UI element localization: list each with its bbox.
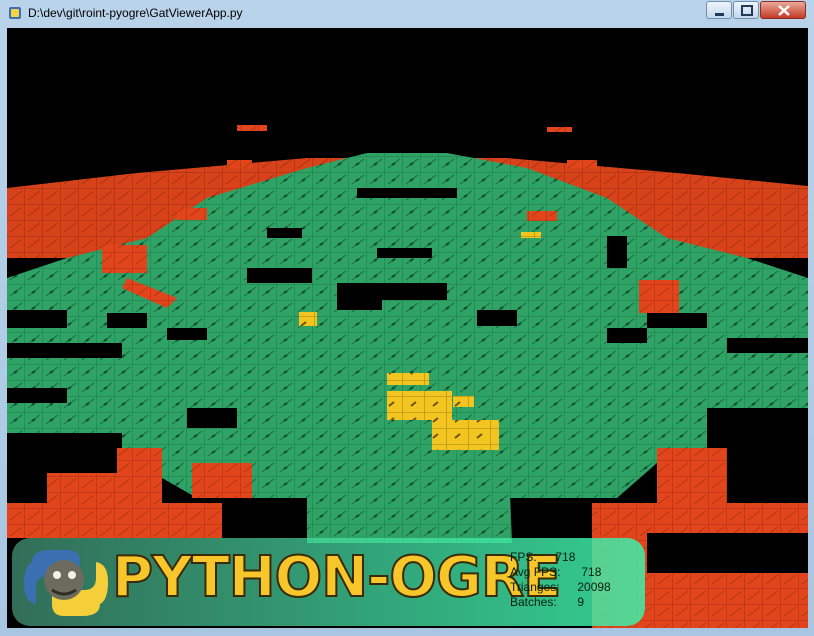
python-ogre-logo-text: PYTHON-OGRE: [111, 545, 562, 610]
title-bar[interactable]: D:\dev\git\roint-pyogre\GatViewerApp.py: [0, 0, 814, 28]
maximize-button[interactable]: [733, 1, 759, 19]
fps-stat: FPS: 718: [510, 550, 611, 565]
batches-stat: Batches: 9: [510, 595, 611, 610]
triangles-label: Trianges:: [510, 580, 560, 594]
python-app-icon: [9, 7, 21, 19]
batches-value: 9: [577, 595, 585, 609]
batches-label: Batches:: [510, 595, 557, 609]
close-icon: [778, 5, 790, 16]
app-window: D:\dev\git\roint-pyogre\GatViewerApp.py: [0, 0, 814, 636]
triangles-stat: Trianges: 20098: [510, 580, 611, 595]
render-stats: FPS: 718 Avg FPS: 718 Trianges: 20098 Ba…: [510, 550, 611, 610]
avg-fps-label: Avg FPS:: [510, 565, 561, 579]
fps-value: 718: [555, 550, 576, 564]
triangles-value: 20098: [577, 580, 611, 594]
avg-fps-stat: Avg FPS: 718: [510, 565, 611, 580]
python-ogre-logo-icon: [24, 550, 108, 616]
close-button[interactable]: [760, 1, 806, 19]
avg-fps-value: 718: [581, 565, 602, 579]
minimize-button[interactable]: [706, 1, 732, 19]
fps-label: FPS:: [510, 550, 537, 564]
maximize-icon: [741, 5, 753, 16]
stats-overlay: PYTHON-OGRE FPS: 718 Avg FPS: 718 Triang…: [12, 538, 645, 626]
3d-viewport[interactable]: PYTHON-OGRE FPS: 718 Avg FPS: 718 Triang…: [7, 28, 808, 628]
window-title: D:\dev\git\roint-pyogre\GatViewerApp.py: [28, 6, 243, 20]
minimize-icon: [715, 13, 724, 16]
